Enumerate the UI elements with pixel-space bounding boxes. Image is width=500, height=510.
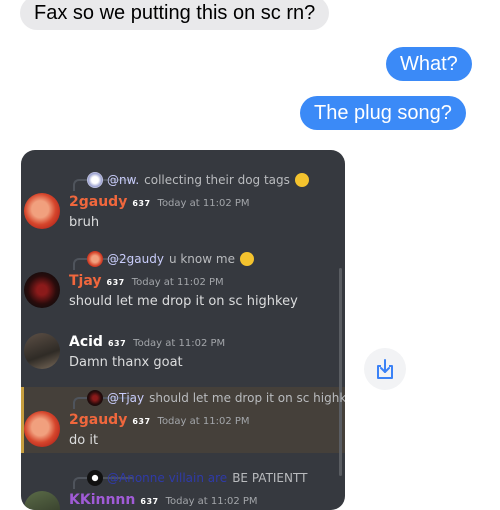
message-header: Acid 637 Today at 11:02 PM (69, 334, 225, 350)
message-header: 2gaudy 637 Today at 11:02 PM (69, 194, 250, 210)
avatar[interactable] (24, 491, 60, 510)
reply-text: collecting their dog tags (144, 173, 290, 187)
timestamp: Today at 11:02 PM (157, 198, 250, 209)
incoming-message-bubble[interactable]: Fax so we putting this on sc rn? (20, 0, 330, 30)
reply-avatar (87, 251, 103, 267)
reply-avatar (87, 172, 103, 188)
reply-avatar (87, 390, 103, 406)
reply-text: u know me (168, 252, 235, 266)
message-content: Damn thanx goat (69, 355, 183, 370)
author-badge: 637 (132, 417, 151, 426)
author-badge: 637 (107, 339, 127, 348)
message-header: 2gaudy 637 Today at 11:02 PM (69, 412, 250, 428)
author-name[interactable]: KKinnnn (69, 492, 135, 508)
message-content: do it (69, 433, 99, 448)
winking-face-icon (239, 252, 254, 266)
discord-screenshot-image[interactable]: @nw. collecting their dog tags 2gaudy 63… (21, 150, 345, 510)
message-content: should let me drop it on sc highkey (69, 294, 298, 309)
timestamp: Today at 11:02 PM (165, 496, 258, 507)
timestamp: Today at 11:02 PM (133, 338, 226, 349)
timestamp: Today at 11:02 PM (157, 416, 250, 427)
timestamp: Today at 11:02 PM (131, 277, 224, 288)
author-name[interactable]: Tjay (69, 273, 102, 289)
message-header: KKinnnn 637 Today at 11:02 PM (69, 492, 258, 508)
reply-mention[interactable]: @Anonne villain are (107, 471, 227, 485)
share-icon (377, 359, 393, 379)
thinking-face-icon (294, 173, 309, 187)
reply-mention[interactable]: @2gaudy (107, 252, 164, 266)
author-badge: 637 (106, 278, 125, 287)
reply-text: should let me drop it on sc highkey (149, 391, 345, 405)
scrollbar-thumb (339, 268, 342, 476)
avatar[interactable] (24, 193, 60, 229)
reply-avatar (87, 470, 103, 486)
reply-mention[interactable]: @nw. (107, 173, 139, 187)
message-content: bruh (69, 215, 100, 230)
reply-mention[interactable]: @Tjay (107, 391, 144, 405)
author-name[interactable]: 2gaudy (69, 194, 127, 210)
message-header: Tjay 637 Today at 11:02 PM (69, 273, 224, 289)
share-button[interactable] (364, 348, 406, 390)
reply-preview[interactable]: @2gaudy u know me (87, 249, 254, 269)
author-name[interactable]: Acid (69, 334, 103, 350)
reply-preview[interactable]: @Tjay should let me drop it on sc highke… (87, 388, 345, 408)
avatar[interactable] (24, 333, 60, 369)
outgoing-message-bubble[interactable]: The plug song? (300, 96, 466, 130)
outgoing-message-bubble[interactable]: What? (386, 47, 472, 81)
avatar[interactable] (24, 272, 60, 308)
reply-text: BE PATIENTT (232, 471, 308, 485)
author-badge: 637 (140, 497, 159, 506)
author-name[interactable]: 2gaudy (69, 412, 127, 428)
author-badge: 637 (132, 199, 151, 208)
reply-preview[interactable]: @nw. collecting their dog tags (87, 170, 309, 190)
reply-preview[interactable]: @Anonne villain are BE PATIENTT (87, 468, 307, 488)
avatar[interactable] (24, 411, 60, 447)
